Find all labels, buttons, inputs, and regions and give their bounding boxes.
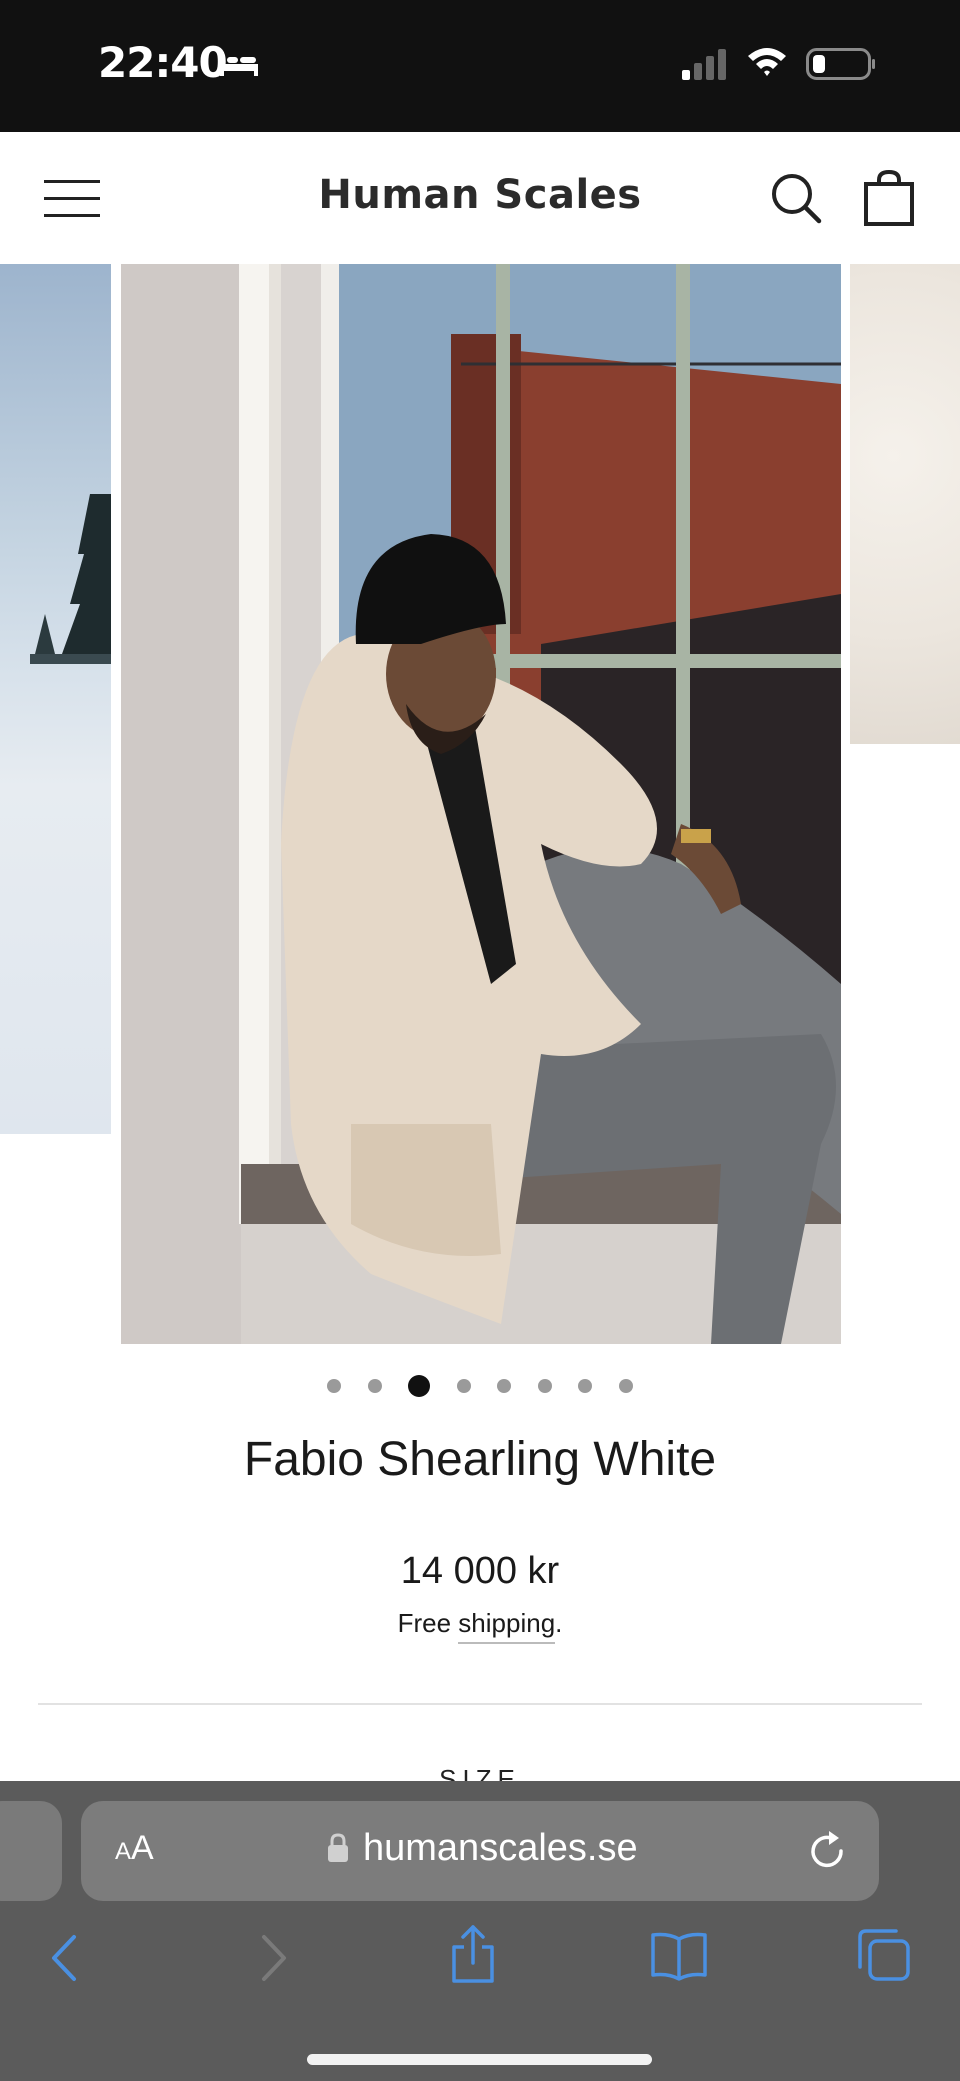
status-bar: 22:40 (0, 0, 960, 132)
gallery-slide-next[interactable] (850, 264, 960, 744)
gallery-dot-active[interactable] (408, 1375, 431, 1397)
gallery-dot[interactable] (367, 1379, 382, 1393)
product-title: Fabio Shearling White (243, 1433, 717, 1486)
gallery-pagination (0, 1375, 960, 1401)
bed-icon (220, 52, 258, 76)
gallery-slide-previous[interactable] (0, 264, 111, 1134)
divider (38, 1703, 922, 1705)
share-icon[interactable] (448, 1923, 498, 1985)
gallery-dot[interactable] (578, 1379, 593, 1393)
bookmarks-icon[interactable] (650, 1931, 708, 1981)
cart-icon[interactable] (864, 170, 914, 226)
home-indicator[interactable] (307, 2054, 652, 2065)
search-icon[interactable] (770, 172, 822, 224)
gallery-dot[interactable] (456, 1379, 471, 1393)
product-image-main[interactable] (121, 264, 841, 1344)
site-header: Human Scales (0, 132, 960, 264)
snowy-trees-image (30, 494, 111, 664)
aa-small: A (115, 1838, 132, 1865)
signal-icon (682, 49, 726, 80)
shipping-prefix: Free (397, 1608, 459, 1638)
status-time: 22:40 (98, 38, 228, 87)
url-text[interactable]: humanscales.se (363, 1827, 638, 1870)
battery-icon (806, 48, 875, 80)
forward-icon[interactable] (254, 1931, 294, 1985)
product-gallery[interactable] (0, 264, 960, 1344)
lock-icon (328, 1833, 348, 1862)
product-price: 14 000 kr (400, 1550, 560, 1592)
previous-tab-peek[interactable] (0, 1801, 62, 1901)
browser-toolbar: AA humanscales.se (0, 1781, 960, 2081)
shipping-suffix: . (555, 1608, 563, 1638)
gallery-dot[interactable] (618, 1379, 633, 1393)
wifi-icon (748, 48, 786, 76)
gallery-dot[interactable] (497, 1379, 512, 1393)
tabs-icon[interactable] (856, 1927, 912, 1983)
shipping-link[interactable]: shipping (458, 1608, 556, 1644)
gallery-dot[interactable] (537, 1379, 552, 1393)
back-icon[interactable] (44, 1931, 84, 1985)
reader-settings-button[interactable]: AA (115, 1829, 154, 1868)
aa-large: A (131, 1829, 154, 1867)
shipping-info: Free shipping. (0, 1608, 960, 1644)
gallery-dot[interactable] (327, 1379, 342, 1393)
address-bar[interactable]: AA humanscales.se (81, 1801, 879, 1901)
reload-icon[interactable] (809, 1829, 849, 1873)
